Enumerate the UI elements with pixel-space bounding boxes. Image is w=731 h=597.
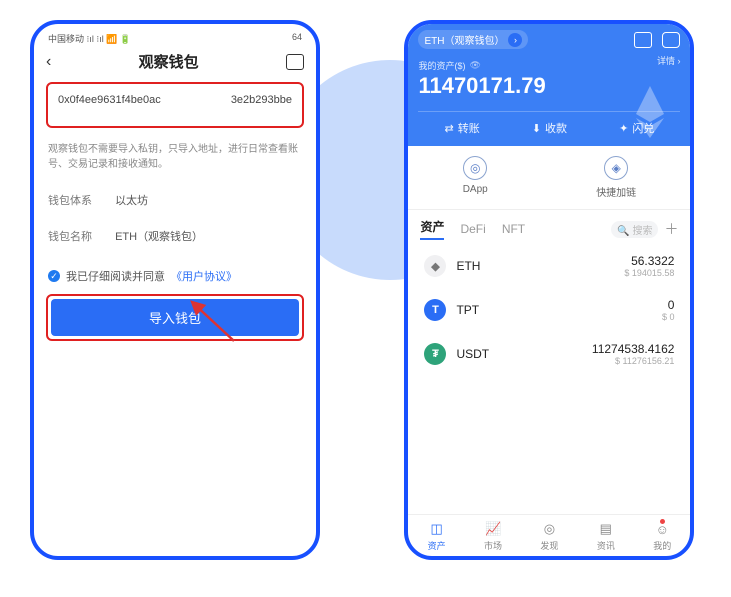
dapp-button[interactable]: ◎ DApp [463, 156, 488, 199]
receive-icon: ⬇ [532, 122, 541, 135]
market-icon: 📈 [484, 521, 502, 537]
checkbox-icon[interactable]: ✓ [48, 270, 60, 282]
chevron-right-icon: › [508, 33, 522, 47]
search-input[interactable]: 🔍 搜索 [611, 221, 658, 238]
asset-row-eth[interactable]: ◆ ETH 56.3322 $ 194015.58 [420, 244, 678, 288]
wallet-home-screen: ETH（观察钱包） › 我的资产($) 👁 详情 › 11470171.79 ⇄… [404, 20, 694, 560]
nav-news[interactable]: ▤ 资讯 [597, 521, 615, 552]
tab-nft[interactable]: NFT [502, 222, 525, 236]
import-wallet-button[interactable]: 导入钱包 [51, 299, 299, 336]
compass-icon: ◎ [540, 521, 558, 537]
eth-icon: ◆ [424, 255, 446, 277]
swap-button[interactable]: ✦闪兑 [619, 120, 654, 136]
annotation-arrow-icon [184, 296, 244, 346]
swap-icon: ✦ [619, 122, 628, 135]
usdt-icon: ₮ [424, 343, 446, 365]
scan-icon[interactable] [286, 54, 304, 70]
asset-row-usdt[interactable]: ₮ USDT 11274538.4162 $ 11276156.21 [420, 332, 678, 376]
receive-button[interactable]: ⬇收款 [532, 120, 567, 136]
status-bar: 中国移动 ⁝ıl ⁝ıl 📶 🔋 64 [46, 32, 304, 45]
compass-icon: ◎ [463, 156, 487, 180]
asset-row-tpt[interactable]: Т TPT 0 $ 0 [420, 288, 678, 332]
user-agreement-link[interactable]: 《用户协议》 [171, 268, 237, 284]
page-title: 观察钱包 [139, 51, 199, 72]
import-button-highlight: 导入钱包 [46, 294, 304, 341]
wallet-header: ETH（观察钱包） › 我的资产($) 👁 详情 › 11470171.79 ⇄… [408, 24, 690, 146]
back-button[interactable]: ‹ [46, 53, 51, 71]
tpt-icon: Т [424, 299, 446, 321]
tab-assets[interactable]: 资产 [420, 218, 444, 240]
transfer-button[interactable]: ⇄转账 [445, 120, 480, 136]
chain-selector[interactable]: ETH（观察钱包） › [418, 30, 528, 49]
news-icon: ▤ [597, 521, 615, 537]
agreement-row[interactable]: ✓ 我已仔细阅读并同意 《用户协议》 [48, 268, 302, 284]
wallet-name-row: 钱包名称 ETH（观察钱包） [48, 228, 302, 244]
add-token-button[interactable]: ＋ [664, 219, 678, 239]
details-link[interactable]: 详情 › [418, 54, 680, 67]
nav-market[interactable]: 📈 市场 [484, 521, 502, 552]
description-text: 观察钱包不需要导入私钥，只导入地址，进行日常查看账号、交易记录和接收通知。 [48, 142, 302, 172]
add-chain-button[interactable]: ◈ 快捷加链 [596, 156, 636, 199]
nav-assets[interactable]: ◫ 资产 [428, 521, 446, 552]
chain-icon: ◈ [604, 156, 628, 180]
menu-icon[interactable] [662, 32, 680, 48]
wallet-icon: ◫ [428, 521, 446, 537]
transfer-icon: ⇄ [445, 122, 454, 135]
nav-discover[interactable]: ◎ 发现 [540, 521, 558, 552]
tab-defi[interactable]: DeFi [460, 222, 485, 236]
address-input[interactable]: 0x0f4ee9631f4be0ac 3e2b293bbe [46, 82, 304, 128]
scan-icon[interactable] [634, 32, 652, 48]
import-wallet-screen: 中国移动 ⁝ıl ⁝ıl 📶 🔋 64 ‹ 观察钱包 0x0f4ee9631f4… [30, 20, 320, 560]
nav-me[interactable]: ☺ 我的 [653, 521, 671, 552]
wallet-system-row: 钱包体系 以太坊 [48, 192, 302, 208]
